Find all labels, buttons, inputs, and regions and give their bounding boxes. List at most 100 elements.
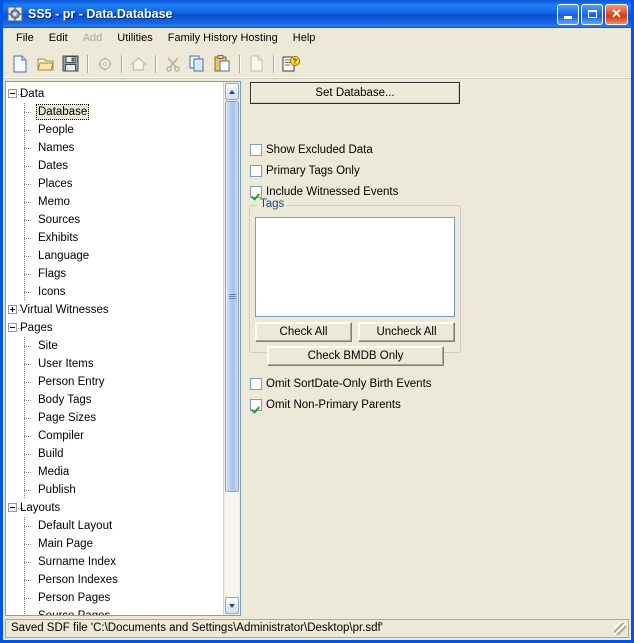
app-icon[interactable] xyxy=(7,6,23,22)
title-bar: SS5 - pr - Data.Database ✕ xyxy=(3,0,631,28)
tree-item[interactable]: Database xyxy=(6,103,223,121)
paste-icon[interactable] xyxy=(210,52,235,76)
tree-connector xyxy=(24,148,32,149)
tree-view[interactable]: Data Database People Names Dates Places Memo So… xyxy=(6,82,223,615)
tree-guide-line xyxy=(24,427,25,445)
menu-item-utilities[interactable]: Utilities xyxy=(110,30,159,46)
tree-indent xyxy=(6,139,36,157)
tree-item-label: Main Page xyxy=(38,538,93,550)
toolbar-separator xyxy=(239,54,240,73)
tree-item[interactable]: Flags xyxy=(6,265,223,283)
tree-item[interactable]: Publish xyxy=(6,481,223,499)
menu-item-file[interactable]: File xyxy=(9,30,41,46)
tree-item[interactable]: Icons xyxy=(6,283,223,301)
tree-connector xyxy=(24,274,32,275)
tree-guide-line xyxy=(24,553,25,571)
scroll-down-icon[interactable] xyxy=(225,597,239,614)
tree-item[interactable]: People xyxy=(6,121,223,139)
checkbox-include-witnessed-events[interactable]: Include Witnessed Events xyxy=(250,186,398,198)
tree-item-label: Compiler xyxy=(38,430,85,442)
maximize-button[interactable] xyxy=(581,3,603,25)
scrollbar-thumb[interactable] xyxy=(225,101,239,493)
scroll-up-icon[interactable] xyxy=(225,83,239,100)
checkbox-box[interactable] xyxy=(250,165,262,177)
tree-connector xyxy=(24,454,32,455)
expand-icon[interactable] xyxy=(8,305,17,314)
set-database-button[interactable]: Set Database... xyxy=(250,82,460,104)
tree-item-label: Places xyxy=(38,178,73,190)
status-message: Saved SDF file 'C:\Documents and Setting… xyxy=(5,618,612,638)
tree-item[interactable]: Pages xyxy=(6,319,223,337)
resize-grip-icon[interactable] xyxy=(612,618,629,638)
tree-indent xyxy=(6,517,36,535)
tree-item[interactable]: Surname Index xyxy=(6,553,223,571)
tree-item[interactable]: Places xyxy=(6,175,223,193)
tree-item[interactable]: User Items xyxy=(6,355,223,373)
tree-item[interactable]: Source Pages xyxy=(6,607,223,615)
checkbox-box[interactable] xyxy=(250,144,262,156)
tags-list-box[interactable] xyxy=(255,217,455,317)
tree-guide-line xyxy=(24,247,25,265)
collapse-icon[interactable] xyxy=(8,503,17,512)
tree-item[interactable]: Default Layout xyxy=(6,517,223,535)
tree-item[interactable]: Body Tags xyxy=(6,391,223,409)
checkbox-box[interactable] xyxy=(250,186,262,198)
tree-item[interactable]: Person Entry xyxy=(6,373,223,391)
tree-item[interactable]: Person Indexes xyxy=(6,571,223,589)
checkbox-show-excluded-data[interactable]: Show Excluded Data xyxy=(250,144,373,156)
tree-item[interactable]: Language xyxy=(6,247,223,265)
tree-item[interactable]: Data xyxy=(6,85,223,103)
menu-item-family-history-hosting[interactable]: Family History Hosting xyxy=(161,30,285,46)
checkbox-primary-tags-only[interactable]: Primary Tags Only xyxy=(250,165,360,177)
tree-item-label: User Items xyxy=(38,358,94,370)
checkbox-label: Omit Non-Primary Parents xyxy=(266,399,401,411)
tree-item[interactable]: Build xyxy=(6,445,223,463)
checkbox-label: Show Excluded Data xyxy=(266,144,373,156)
collapse-icon[interactable] xyxy=(8,323,17,332)
tree-guide-line xyxy=(24,535,25,553)
menu-item-edit[interactable]: Edit xyxy=(42,30,75,46)
checkbox-box[interactable] xyxy=(250,399,262,411)
tree-item[interactable]: Memo xyxy=(6,193,223,211)
open-folder-icon[interactable] xyxy=(33,52,58,76)
checkbox-omit-non-primary-parents[interactable]: Omit Non-Primary Parents xyxy=(250,399,401,411)
tree-item[interactable]: Layouts xyxy=(6,499,223,517)
checkbox-omit-sortdate-only-birth-events[interactable]: Omit SortDate-Only Birth Events xyxy=(250,378,432,390)
toolbar-separator xyxy=(155,54,156,73)
tree-item[interactable]: Exhibits xyxy=(6,229,223,247)
save-floppy-icon[interactable] xyxy=(58,52,83,76)
tree-item[interactable]: Site xyxy=(6,337,223,355)
tree-item[interactable]: Virtual Witnesses xyxy=(6,301,223,319)
tree-guide-line xyxy=(24,517,25,535)
tree-item-label: Sources xyxy=(38,214,81,226)
copy-icon[interactable] xyxy=(185,52,210,76)
scrollbar-track[interactable] xyxy=(225,101,239,596)
help-document-icon[interactable]: ? xyxy=(278,52,303,76)
tree-indent xyxy=(6,175,36,193)
tree-scrollbar[interactable] xyxy=(223,82,240,615)
check-all-button[interactable]: Check All xyxy=(255,322,352,342)
tree-item[interactable]: Sources xyxy=(6,211,223,229)
close-icon: ✕ xyxy=(611,6,622,21)
tree-item[interactable]: Names xyxy=(6,139,223,157)
check-bmdb-only-button[interactable]: Check BMDB Only xyxy=(267,346,444,366)
tree-item[interactable]: Media xyxy=(6,463,223,481)
gear-settings-icon xyxy=(92,52,117,76)
menu-item-help[interactable]: Help xyxy=(286,30,323,46)
tree-item-label: Site xyxy=(38,340,58,352)
tree-item[interactable]: Person Pages xyxy=(6,589,223,607)
tree-item[interactable]: Compiler xyxy=(6,427,223,445)
tree-guide-line xyxy=(24,391,25,409)
tree-item-label: Build xyxy=(38,448,64,460)
checkbox-box[interactable] xyxy=(250,378,262,390)
tree-indent xyxy=(6,373,36,391)
tree-item[interactable]: Page Sizes xyxy=(6,409,223,427)
tree-item[interactable]: Main Page xyxy=(6,535,223,553)
tree-item[interactable]: Dates xyxy=(6,157,223,175)
uncheck-all-button[interactable]: Uncheck All xyxy=(358,322,455,342)
tree-item-label: Pages xyxy=(20,322,53,334)
minimize-button[interactable] xyxy=(557,3,579,25)
new-document-icon[interactable] xyxy=(8,52,33,76)
close-button[interactable]: ✕ xyxy=(605,3,628,25)
collapse-icon[interactable] xyxy=(8,89,17,98)
